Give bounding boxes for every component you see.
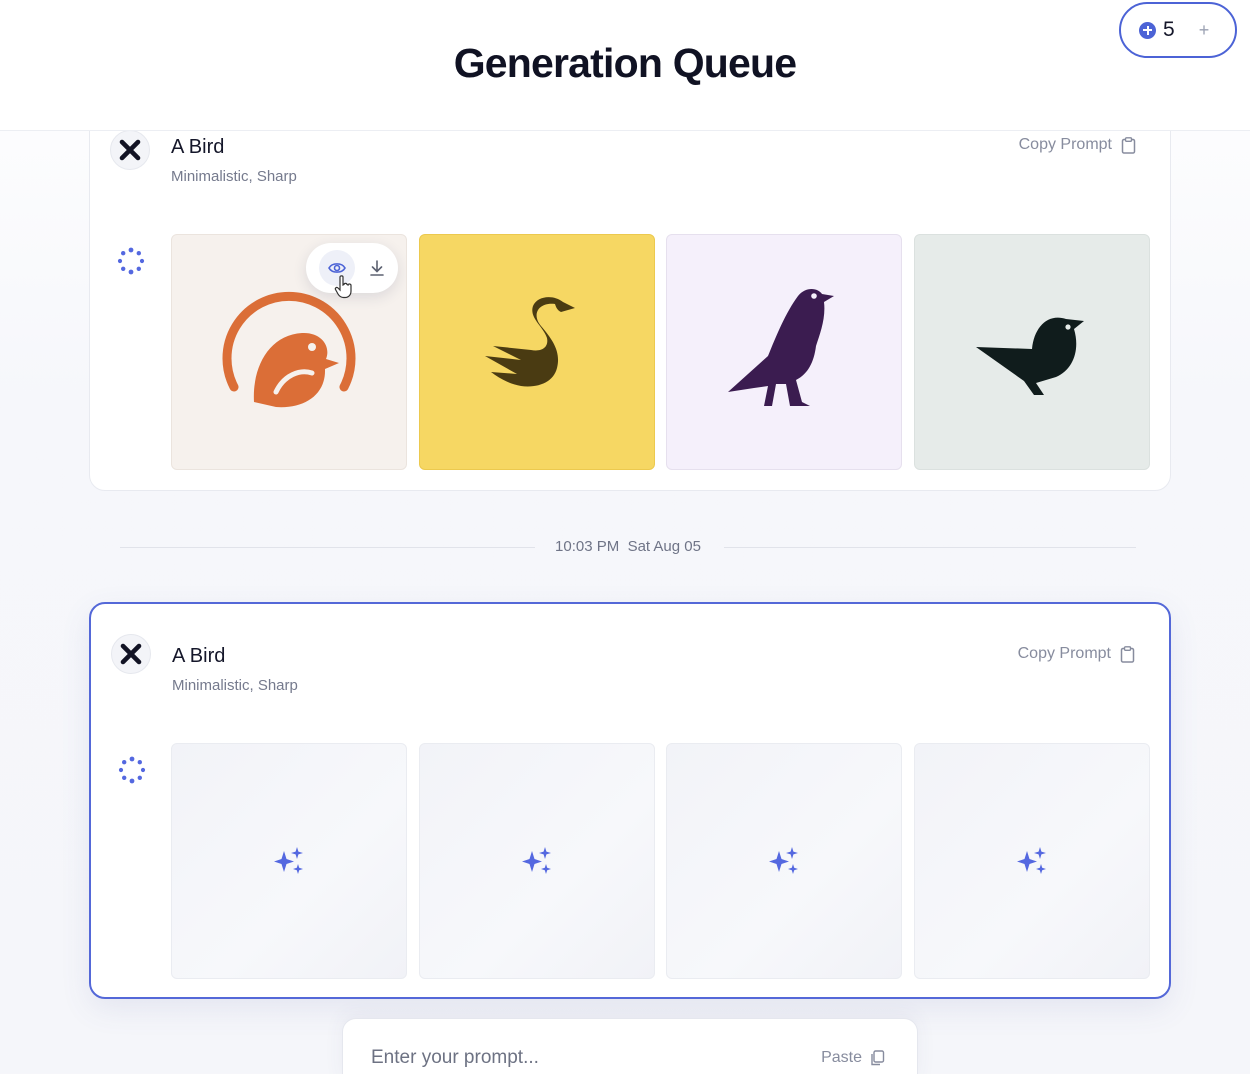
spinner-icon [117, 247, 145, 275]
prompt-input[interactable] [371, 1047, 771, 1069]
x-logo-icon [110, 130, 150, 170]
sparkle-icon [769, 847, 798, 874]
plus-icon[interactable]: + [1199, 20, 1210, 41]
queue-card-completed: A Bird Minimalistic, Sharp Copy Prompt [89, 80, 1171, 491]
sparrow-logo-icon [976, 317, 1084, 395]
prompt-title: A Bird [172, 645, 226, 667]
spinner-icon [118, 756, 146, 784]
download-icon[interactable] [369, 259, 385, 277]
image-placeholder [419, 743, 655, 979]
sparkle-icon [1017, 847, 1046, 874]
hand-cursor-icon [334, 275, 352, 299]
credit-count: 5 [1163, 18, 1175, 41]
generated-image-robin[interactable] [171, 234, 407, 470]
prompt-tags: Minimalistic, Sharp [171, 168, 297, 185]
copy-prompt-label: Copy Prompt [1017, 645, 1111, 662]
prompt-bar: Paste [342, 1018, 918, 1074]
crow-logo-icon [728, 289, 834, 406]
header: Generation Queue 5 + [0, 0, 1250, 131]
paste-label: Paste [821, 1049, 862, 1066]
timestamp-divider: 10:03 PM Sat Aug 05 [120, 537, 1136, 557]
timestamp: 10:03 PM Sat Aug 05 [120, 538, 1136, 555]
sparkle-icon [274, 847, 303, 874]
copy-prompt-button[interactable]: Copy Prompt [1019, 136, 1136, 154]
generated-image-sparrow[interactable] [914, 234, 1150, 470]
credits-pill[interactable]: 5 + [1119, 2, 1237, 58]
image-placeholder [171, 743, 407, 979]
swan-logo-icon [485, 297, 575, 387]
x-logo-icon [111, 634, 151, 674]
timestamp-text: 10:03 PM Sat Aug 05 [555, 538, 701, 555]
paste-button[interactable]: Paste [821, 1049, 885, 1067]
prompt-title: A Bird [171, 136, 225, 158]
copy-prompt-button[interactable]: Copy Prompt [1018, 645, 1135, 663]
clipboard-icon [1121, 136, 1136, 154]
prompt-tags: Minimalistic, Sharp [172, 677, 298, 694]
eye-icon [328, 263, 346, 273]
queue-card-generating: A Bird Minimalistic, Sharp Copy Prompt [89, 602, 1171, 999]
sparkle-icon [522, 847, 551, 874]
credit-coin-icon [1139, 21, 1156, 39]
generated-image-crow[interactable] [666, 234, 902, 470]
copy-prompt-label: Copy Prompt [1018, 136, 1112, 153]
robin-logo-icon [222, 291, 356, 408]
clipboard-icon [1120, 645, 1135, 663]
copy-icon [871, 1050, 885, 1066]
image-placeholder [914, 743, 1150, 979]
generated-image-swan[interactable] [419, 234, 655, 470]
image-placeholder [666, 743, 902, 979]
page-title: Generation Queue [453, 40, 797, 86]
